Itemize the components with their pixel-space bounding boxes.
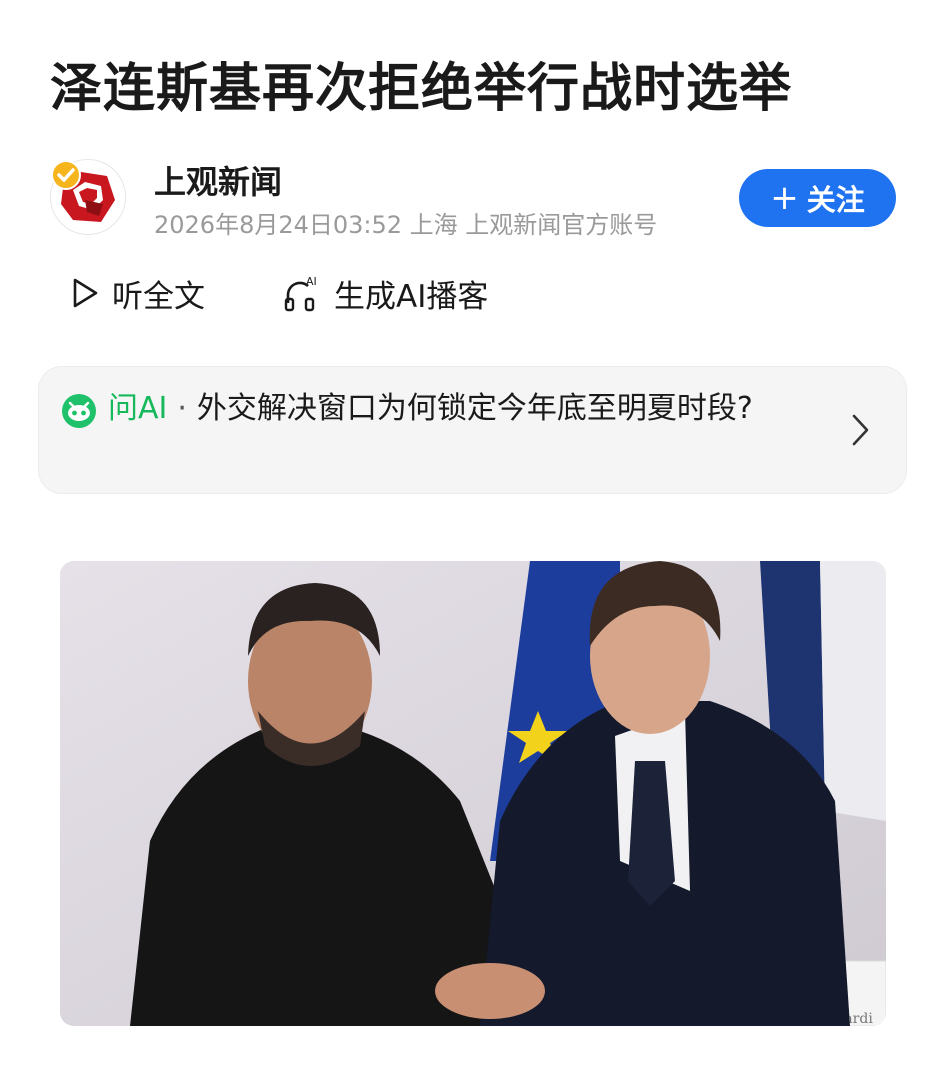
plus-icon: + <box>770 178 799 218</box>
play-outline-icon <box>73 278 98 308</box>
podcast-badge: AI <box>306 275 317 288</box>
photo-illustration: Mardi <box>60 561 886 1026</box>
ai-bot-icon <box>62 394 96 428</box>
ask-ai-question: 外交解决窗口为何锁定今年底至明夏时段? <box>196 391 753 426</box>
headphones-ai-icon: AI <box>284 275 317 312</box>
podcast-label: 生成AI播客 <box>334 278 489 315</box>
author-name[interactable]: 上观新闻 <box>154 157 282 203</box>
verified-badge-icon <box>51 160 81 190</box>
author-avatar[interactable] <box>50 159 126 235</box>
follow-label: 关注 <box>806 183 865 217</box>
ask-ai-brand: 问AI <box>108 391 168 426</box>
ask-ai-card[interactable]: 问AI · 外交解决窗口为何锁定今年底至明夏时段? <box>38 366 907 494</box>
article-photo[interactable]: Mardi <box>60 561 886 1026</box>
author-row: 上观新闻 2026年8月24日03:52 上海 上观新闻官方账号 + 关注 <box>50 155 896 239</box>
ask-ai-separator: · <box>177 391 187 426</box>
article-title: 泽连斯基再次拒绝举行战时选举 <box>50 59 793 119</box>
follow-button[interactable]: + 关注 <box>739 169 896 227</box>
handshake <box>435 963 545 1019</box>
ask-ai-text: 问AI · 外交解决窗口为何锁定今年底至明夏时段? <box>108 387 828 431</box>
french-flag-white <box>820 561 886 821</box>
listen-button[interactable]: 听全文 <box>70 268 205 318</box>
author-meta: 2026年8月24日03:52 上海 上观新闻官方账号 <box>154 211 658 239</box>
chevron-right-icon <box>852 414 869 446</box>
podcast-button[interactable]: AI 生成AI播客 <box>282 268 488 318</box>
listen-label: 听全文 <box>112 278 205 315</box>
